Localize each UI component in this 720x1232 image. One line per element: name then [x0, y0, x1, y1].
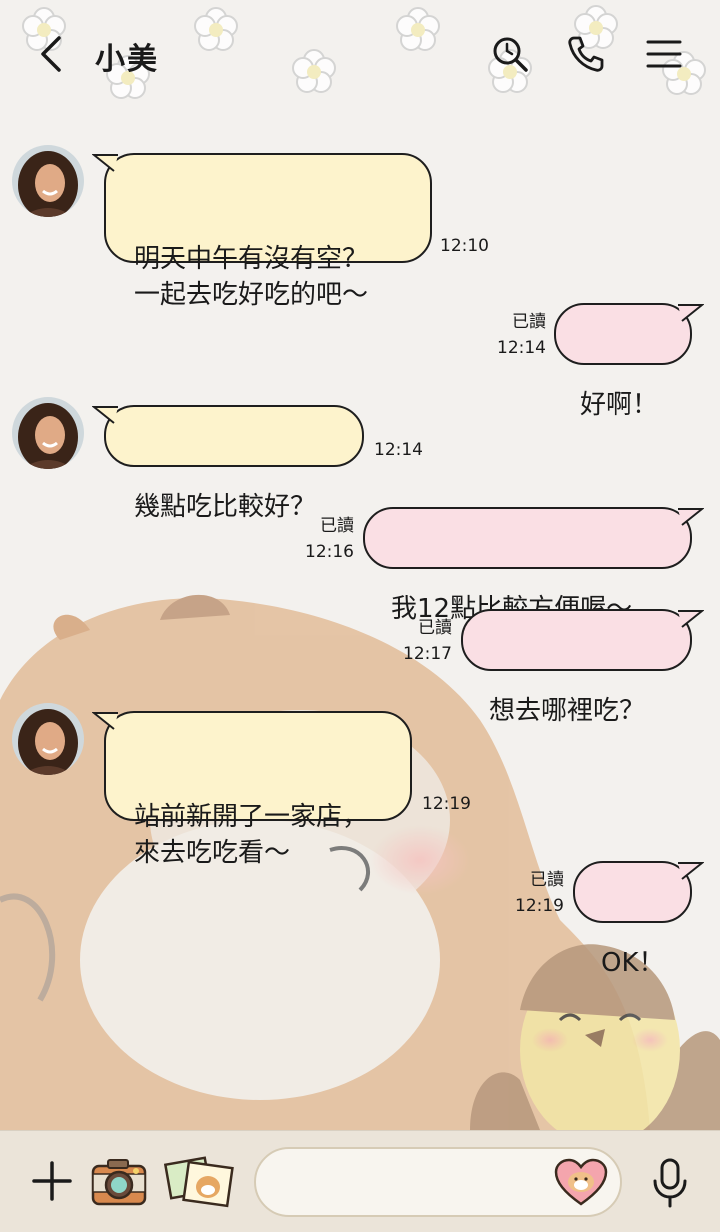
contact-avatar[interactable] — [12, 703, 84, 775]
microphone-icon — [653, 1158, 687, 1208]
read-receipt: 已讀 — [418, 618, 452, 638]
message-text: 站前新開了一家店， 來去吃吃看～ — [134, 802, 369, 868]
bubble-tail — [678, 610, 704, 628]
message-time: 12:14 — [374, 440, 423, 460]
message-bubble[interactable]: 幾點吃比較好？ — [92, 405, 364, 522]
bubble-tail — [678, 862, 704, 880]
message-list: 明天中午有沒有空？ 一起去吃好吃的吧～ 12:10 已讀 12:14 好啊！ 幾… — [0, 0, 720, 1130]
message-time: 12:14 — [497, 338, 546, 358]
sticker-button[interactable] — [554, 1157, 608, 1209]
avatar-photo — [12, 145, 84, 217]
read-receipt: 已讀 — [512, 312, 546, 332]
message-meta: 已讀 12:14 — [490, 309, 546, 361]
message-text: 想去哪裡吃？ — [489, 696, 646, 726]
message-meta: 已讀 12:19 — [510, 867, 564, 919]
camera-icon — [91, 1159, 147, 1206]
message-time: 12:17 — [403, 644, 452, 664]
camera-button[interactable] — [90, 1155, 148, 1209]
message-bubble[interactable]: OK！ — [573, 861, 704, 978]
message-text: OK！ — [601, 948, 665, 978]
bubble-tail — [92, 406, 118, 424]
avatar-photo — [12, 397, 84, 469]
message-bubble[interactable]: 站前新開了一家店， 來去吃吃看～ — [92, 711, 412, 868]
message-bubble[interactable]: 想去哪裡吃？ — [461, 609, 704, 726]
message-bubble[interactable]: 好啊！ — [554, 303, 704, 420]
bubble-tail — [678, 508, 704, 526]
bubble-tail — [92, 154, 118, 172]
read-receipt: 已讀 — [320, 516, 354, 536]
voice-message-button[interactable] — [644, 1155, 696, 1211]
message-meta: 12:10 — [440, 233, 489, 259]
message-time: 12:19 — [422, 794, 471, 814]
plus-icon — [32, 1161, 72, 1201]
photo-album-icon — [164, 1156, 234, 1208]
message-meta: 12:14 — [374, 437, 423, 463]
message-meta: 已讀 12:16 — [300, 513, 354, 565]
message-text: 好啊！ — [580, 390, 659, 420]
message-meta: 已讀 12:17 — [398, 615, 452, 667]
message-meta: 12:19 — [422, 791, 471, 817]
heart-sticker-icon — [554, 1158, 608, 1206]
message-bubble[interactable]: 明天中午有沒有空？ 一起去吃好吃的吧～ — [92, 153, 432, 310]
contact-avatar[interactable] — [12, 397, 84, 469]
avatar-photo — [12, 703, 84, 775]
message-text: 幾點吃比較好？ — [134, 492, 317, 522]
message-text: 明天中午有沒有空？ 一起去吃好吃的吧～ — [134, 244, 369, 310]
message-time: 12:16 — [305, 542, 354, 562]
bubble-tail — [678, 304, 704, 322]
read-receipt: 已讀 — [530, 870, 564, 890]
photo-album-button[interactable] — [164, 1153, 234, 1211]
contact-avatar[interactable] — [12, 145, 84, 217]
message-time: 12:10 — [440, 236, 489, 256]
message-bubble[interactable]: 我12點比較方便喔～ — [363, 507, 704, 624]
message-input-bar — [0, 1130, 720, 1232]
more-options-button[interactable] — [28, 1157, 76, 1205]
message-time: 12:19 — [515, 896, 564, 916]
bubble-tail — [92, 712, 118, 730]
